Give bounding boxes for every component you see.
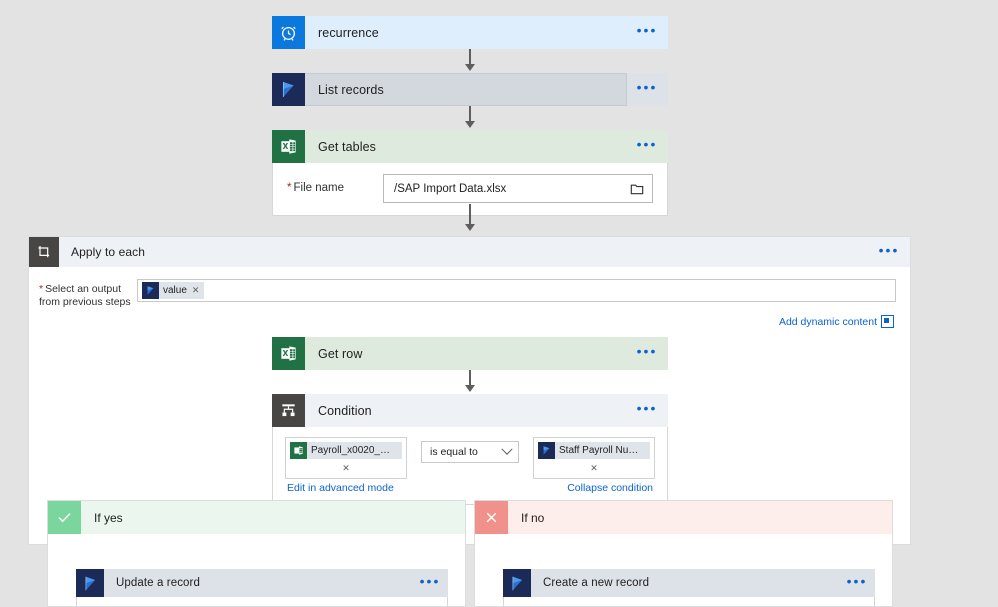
right-operand-remove-button[interactable]: ✕	[538, 459, 650, 476]
dynamic-content-icon	[881, 315, 894, 328]
get-tables-title: Get tables	[318, 139, 376, 154]
dynamics365-icon	[503, 569, 531, 597]
connector-arrowhead	[465, 224, 475, 231]
add-dynamic-content-link[interactable]: Add dynamic content	[39, 309, 896, 330]
update-record-header[interactable]: Update a record •••	[76, 569, 448, 597]
node-get-row[interactable]: X Get row •••	[272, 337, 668, 370]
condition-body: Payroll_x0020_Numb... ✕ is equal to Sta	[272, 427, 668, 505]
edit-advanced-mode-link[interactable]: Edit in advanced mode	[287, 482, 394, 494]
node-recurrence[interactable]: recurrence •••	[272, 16, 668, 49]
recurrence-title: recurrence	[318, 25, 379, 40]
operator-value: is equal to	[430, 446, 478, 458]
file-name-label: * File name	[287, 182, 344, 194]
file-name-value: /SAP Import Data.xlsx	[394, 182, 507, 195]
connector-arrowhead	[465, 64, 475, 71]
list-records-menu-button[interactable]: •••	[626, 73, 668, 106]
update-record-menu-button[interactable]: •••	[412, 569, 448, 597]
connector-tables-to-apply	[469, 204, 471, 226]
condition-menu-button[interactable]: •••	[626, 394, 668, 427]
excel-icon	[290, 442, 307, 459]
chevron-down-icon	[501, 443, 513, 455]
if-yes-title: If yes	[94, 510, 123, 525]
list-records-title: List records	[305, 73, 627, 106]
token-value[interactable]: value ✕	[142, 282, 205, 299]
node-condition[interactable]: Condition ••• Payroll_x0020_Numb...	[272, 394, 668, 505]
node-create-a-new-record[interactable]: Create a new record •••	[503, 569, 875, 606]
recurrence-header[interactable]: recurrence •••	[272, 16, 668, 49]
apply-to-each-body: * Select an output from previous steps va…	[29, 267, 910, 336]
get-row-header[interactable]: X Get row •••	[272, 337, 668, 370]
node-update-a-record[interactable]: Update a record •••	[76, 569, 448, 606]
condition-left-operand[interactable]: Payroll_x0020_Numb... ✕	[285, 437, 407, 479]
if-no-title: If no	[521, 510, 545, 525]
svg-text:X: X	[282, 142, 288, 151]
excel-icon: X	[272, 337, 305, 370]
if-no-header: If no	[475, 501, 892, 534]
token-payroll-number[interactable]: Payroll_x0020_Numb...	[290, 442, 402, 459]
apply-to-each-menu-button[interactable]: •••	[868, 237, 910, 267]
token-remove-button[interactable]: ✕	[192, 285, 202, 296]
token-label: Payroll_x0020_Numb...	[311, 445, 399, 456]
get-row-title: Get row	[318, 346, 363, 361]
get-tables-header[interactable]: X Get tables •••	[272, 130, 668, 163]
dynamics365-icon	[272, 73, 305, 106]
dynamics365-icon	[142, 282, 159, 299]
token-label: Staff Payroll Number	[559, 445, 647, 456]
token-staff-payroll-number[interactable]: Staff Payroll Number	[538, 442, 650, 459]
file-name-input[interactable]: /SAP Import Data.xlsx	[383, 174, 653, 203]
token-label: value	[163, 285, 187, 296]
create-record-body	[503, 597, 875, 606]
create-record-header[interactable]: Create a new record •••	[503, 569, 875, 597]
connector-arrowhead	[465, 385, 475, 392]
node-list-records[interactable]: List records •••	[272, 73, 668, 106]
apply-to-each-title: Apply to each	[71, 245, 146, 259]
loop-icon	[29, 237, 59, 267]
condition-right-operand[interactable]: Staff Payroll Number ✕	[533, 437, 655, 479]
update-record-title: Update a record	[116, 577, 200, 589]
list-records-header[interactable]: List records •••	[272, 73, 668, 106]
get-row-menu-button[interactable]: •••	[626, 337, 668, 370]
apply-to-each-header[interactable]: Apply to each •••	[29, 237, 910, 267]
cross-icon	[475, 501, 508, 534]
collapse-condition-link[interactable]: Collapse condition	[567, 482, 653, 494]
condition-expression-row: Payroll_x0020_Numb... ✕ is equal to Sta	[285, 437, 655, 479]
if-yes-header: If yes	[48, 501, 465, 534]
dynamics365-icon	[538, 442, 555, 459]
left-operand-remove-button[interactable]: ✕	[290, 459, 402, 476]
condition-operator-select[interactable]: is equal to	[421, 441, 519, 463]
select-output-row: * Select an output from previous steps va…	[39, 279, 896, 309]
condition-icon	[272, 394, 305, 427]
create-record-menu-button[interactable]: •••	[839, 569, 875, 597]
branch-if-no[interactable]: If no Create a new record •••	[474, 500, 893, 607]
svg-text:X: X	[282, 349, 288, 358]
create-record-title: Create a new record	[543, 577, 650, 589]
condition-header[interactable]: Condition •••	[272, 394, 668, 427]
select-output-input[interactable]: value ✕	[137, 279, 896, 302]
update-record-body	[76, 597, 448, 606]
checkmark-icon	[48, 501, 81, 534]
condition-links: Edit in advanced mode Collapse condition	[285, 479, 655, 498]
connector-arrowhead	[465, 121, 475, 128]
select-output-label: * Select an output from previous steps	[39, 283, 131, 308]
alarm-clock-icon	[272, 16, 305, 49]
get-tables-menu-button[interactable]: •••	[626, 130, 668, 163]
branch-if-yes[interactable]: If yes Update a record •••	[47, 500, 466, 607]
dynamics365-icon	[76, 569, 104, 597]
folder-picker-icon[interactable]	[630, 182, 644, 195]
recurrence-menu-button[interactable]: •••	[626, 16, 668, 49]
excel-icon: X	[272, 130, 305, 163]
add-dynamic-content-label: Add dynamic content	[778, 315, 877, 328]
condition-title: Condition	[318, 403, 372, 418]
